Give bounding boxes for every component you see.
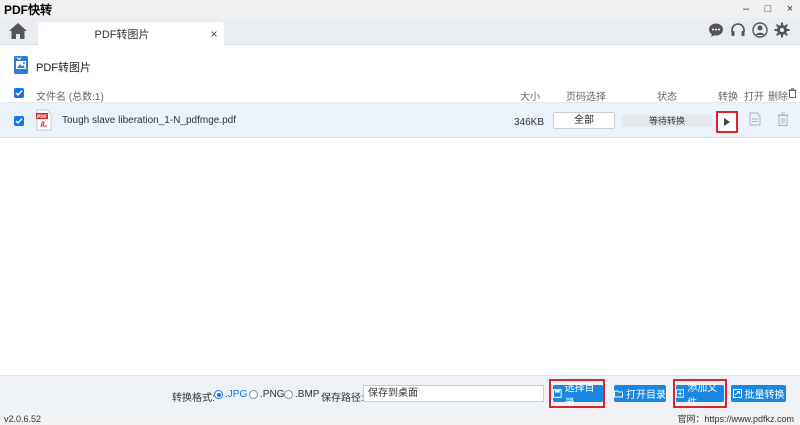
tab-close-button[interactable]: × (206, 27, 222, 41)
page-header: PDF转图片 (0, 45, 800, 83)
check-icon (15, 90, 23, 97)
open-file-icon[interactable] (749, 112, 761, 126)
save-path-label: 保存路径: (321, 393, 364, 404)
app-title: PDF快转 (4, 2, 53, 17)
tab-label: PDF转图片 (94, 28, 150, 41)
format-bmp-radio[interactable]: .BMP (284, 389, 319, 400)
highlight-choose-directory (549, 379, 605, 408)
svg-text:PDF: PDF (37, 114, 47, 120)
file-table-header: 文件名 (总数:1) 大小 页码选择 状态 转换 打开 删除 (0, 83, 800, 103)
batch-convert-label: 批量转换 (744, 390, 785, 401)
minimize-button[interactable]: – (740, 0, 752, 18)
status-progress: 等待转换 (622, 115, 712, 127)
file-size: 346KB (514, 117, 545, 128)
format-bmp-label: .BMP (295, 389, 320, 400)
tab-bar: PDF转图片 × (0, 18, 800, 45)
format-png-radio[interactable]: .PNG (249, 389, 284, 400)
page-select-button[interactable]: 全部 (553, 112, 615, 129)
format-label: 转换格式: (172, 393, 215, 404)
open-directory-button[interactable]: 打开目录 (614, 385, 666, 402)
header-pages: 页码选择 (566, 92, 606, 103)
bottom-toolbar: 转换格式: .JPG .PNG .BMP 保存路径: 保存到桌面 选择目录 打开… (0, 375, 800, 413)
radio-dot (214, 390, 223, 399)
gear-icon[interactable] (774, 22, 790, 38)
user-icon[interactable] (752, 22, 768, 38)
header-size: 大小 (520, 92, 540, 103)
website-link[interactable]: 官网：https://www.pdfkz.com (677, 413, 794, 425)
play-icon (724, 118, 730, 126)
format-jpg-radio[interactable]: .JPG (214, 389, 247, 400)
header-filename: 文件名 (总数:1) (36, 92, 104, 103)
window-controls: – □ × (740, 0, 796, 18)
header-convert: 转换 (718, 92, 738, 103)
radio-dot (284, 390, 293, 399)
folder-icon (614, 390, 623, 398)
pdf-to-image-icon (14, 56, 28, 74)
open-directory-label: 打开目录 (626, 390, 666, 401)
pdf-file-icon: PDF (36, 109, 52, 131)
maximize-button[interactable]: □ (762, 0, 774, 18)
file-name: Tough slave liberation_1-N_pdfmge.pdf (62, 115, 236, 126)
page-title: PDF转图片 (36, 62, 91, 74)
delete-all-icon[interactable] (788, 88, 797, 98)
home-icon (9, 23, 27, 39)
convert-icon (732, 389, 742, 398)
chat-icon[interactable] (708, 22, 724, 38)
top-right-icons (708, 22, 790, 38)
headset-icon[interactable] (730, 22, 746, 38)
close-button[interactable]: × (784, 0, 796, 18)
select-all-checkbox[interactable] (14, 88, 24, 98)
tab-pdf-to-image[interactable]: PDF转图片 × (38, 22, 224, 45)
row-checkbox[interactable] (14, 116, 24, 126)
version-label: v2.0.6.52 (4, 414, 42, 424)
format-jpg-label: .JPG (225, 389, 248, 400)
header-open: 打开 (744, 92, 764, 103)
highlight-add-file (673, 379, 727, 408)
format-png-label: .PNG (260, 389, 285, 400)
table-row[interactable]: PDF Tough slave liberation_1-N_pdfmge.pd… (0, 103, 800, 138)
save-path-input[interactable]: 保存到桌面 (363, 385, 544, 402)
header-status: 状态 (657, 92, 677, 103)
convert-button[interactable] (716, 111, 738, 133)
batch-convert-button[interactable]: 批量转换 (731, 385, 786, 402)
title-bar: PDF快转 – □ × (0, 0, 800, 18)
home-button[interactable] (8, 22, 28, 40)
status-bar: v2.0.6.52 官网：https://www.pdfkz.com (0, 413, 800, 425)
header-delete: 删除 (768, 92, 788, 103)
delete-file-icon[interactable] (777, 112, 789, 126)
check-icon (15, 118, 23, 125)
radio-dot (249, 390, 258, 399)
